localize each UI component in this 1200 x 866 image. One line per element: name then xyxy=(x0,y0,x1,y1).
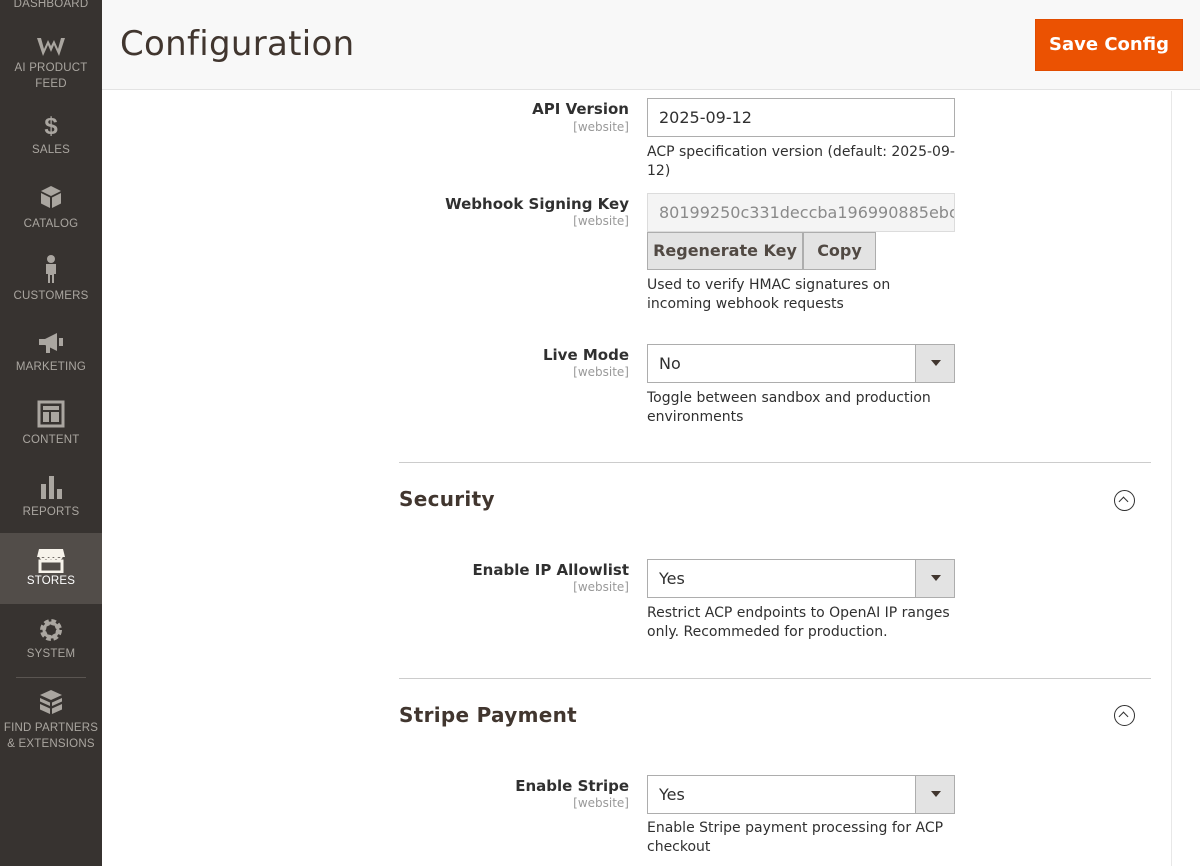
chevron-down-icon xyxy=(915,560,954,597)
sidebar-divider xyxy=(16,677,86,678)
admin-sidebar: Dashboard AI Product Feed $ Sales Catalo… xyxy=(0,0,102,866)
bar-chart-icon xyxy=(0,474,102,504)
enable-stripe-value: Yes xyxy=(659,785,685,804)
save-config-button[interactable]: Save Config xyxy=(1035,19,1183,71)
section-divider xyxy=(399,462,1151,463)
collapse-chevron-up-icon[interactable] xyxy=(1114,490,1135,511)
ip-allowlist-value: Yes xyxy=(659,569,685,588)
live-mode-scope: [website] xyxy=(573,365,629,379)
sidebar-item-content[interactable]: Content xyxy=(0,400,102,460)
sidebar-item-catalog[interactable]: Catalog xyxy=(0,184,102,244)
ip-allowlist-label: Enable IP Allowlist xyxy=(472,561,629,579)
page-title: Configuration xyxy=(120,24,355,64)
megaphone-icon xyxy=(0,331,102,359)
api-version-label: API Version xyxy=(532,100,629,118)
config-content: API Version [website] 2025-09-12 ACP spe… xyxy=(102,91,1200,866)
sidebar-item-label: Stores xyxy=(26,575,76,587)
sidebar-item-label: Customers xyxy=(13,290,89,302)
sidebar-item-reports[interactable]: Reports xyxy=(0,474,102,534)
enable-stripe-label: Enable Stripe xyxy=(515,777,629,795)
live-mode-select[interactable]: No xyxy=(647,344,955,383)
sidebar-item-label: Find Partners & Extensions xyxy=(3,722,99,750)
ip-allowlist-note: Restrict ACP endpoints to OpenAI IP rang… xyxy=(647,605,950,640)
content-border xyxy=(1171,91,1172,866)
sidebar-item-stores[interactable]: Stores xyxy=(0,533,102,604)
sidebar-item-marketing[interactable]: Marketing xyxy=(0,331,102,391)
sidebar-item-label: Dashboard xyxy=(13,0,89,10)
box-icon xyxy=(0,184,102,216)
copy-key-button[interactable]: Copy xyxy=(803,232,876,270)
ip-allowlist-scope: [website] xyxy=(573,580,629,594)
ip-allowlist-select[interactable]: Yes xyxy=(647,559,955,598)
sidebar-item-label: Sales xyxy=(31,144,71,156)
api-version-scope: [website] xyxy=(573,120,629,134)
sidebar-item-dashboard[interactable]: Dashboard xyxy=(0,0,102,14)
webhook-key-input[interactable]: 80199250c331deccba196990885ebc7 xyxy=(647,193,955,232)
person-icon xyxy=(0,254,102,288)
webhook-key-scope: [website] xyxy=(573,214,629,228)
sidebar-item-label: Reports xyxy=(22,506,80,518)
webhook-key-note: Used to verify HMAC signatures on incomi… xyxy=(647,277,891,312)
webhook-key-label: Webhook Signing Key xyxy=(445,195,629,213)
section-divider xyxy=(399,678,1151,679)
gear-icon xyxy=(0,616,102,646)
sidebar-item-label: Content xyxy=(22,434,80,446)
sidebar-item-label: Catalog xyxy=(23,218,79,230)
api-version-input[interactable]: 2025-09-12 xyxy=(647,98,955,137)
stripe-section-title[interactable]: Stripe Payment xyxy=(399,703,577,727)
api-version-note: ACP specification version (default: 2025… xyxy=(647,144,955,179)
layout-icon xyxy=(0,400,102,432)
sidebar-item-label: AI Product Feed xyxy=(14,62,88,90)
collapse-chevron-up-icon[interactable] xyxy=(1114,705,1135,726)
storefront-icon xyxy=(0,533,102,574)
sidebar-item-sales[interactable]: $ Sales xyxy=(0,110,102,170)
sidebar-item-find-partners[interactable]: Find Partners & Extensions xyxy=(0,688,102,758)
enable-stripe-note: Enable Stripe payment processing for ACP… xyxy=(647,820,944,855)
blocks-icon xyxy=(0,688,102,720)
live-mode-note: Toggle between sandbox and production en… xyxy=(647,390,931,425)
security-section-title[interactable]: Security xyxy=(399,487,495,511)
sidebar-item-label: Marketing xyxy=(15,361,87,373)
sidebar-item-customers[interactable]: Customers xyxy=(0,254,102,314)
enable-stripe-select[interactable]: Yes xyxy=(647,775,955,814)
dollar-icon: $ xyxy=(44,113,58,140)
chevron-down-icon xyxy=(915,776,954,813)
enable-stripe-scope: [website] xyxy=(573,796,629,810)
ai-product-feed-logo-icon xyxy=(0,22,102,60)
sidebar-item-system[interactable]: System xyxy=(0,616,102,676)
page-header: Configuration Save Config xyxy=(102,0,1200,90)
live-mode-value: No xyxy=(659,354,681,373)
sidebar-item-ai-product-feed[interactable]: AI Product Feed xyxy=(0,22,102,100)
live-mode-label: Live Mode xyxy=(542,346,629,364)
chevron-down-icon xyxy=(915,345,954,382)
sidebar-item-label: System xyxy=(26,648,76,660)
regenerate-key-button[interactable]: Regenerate Key xyxy=(647,232,803,270)
